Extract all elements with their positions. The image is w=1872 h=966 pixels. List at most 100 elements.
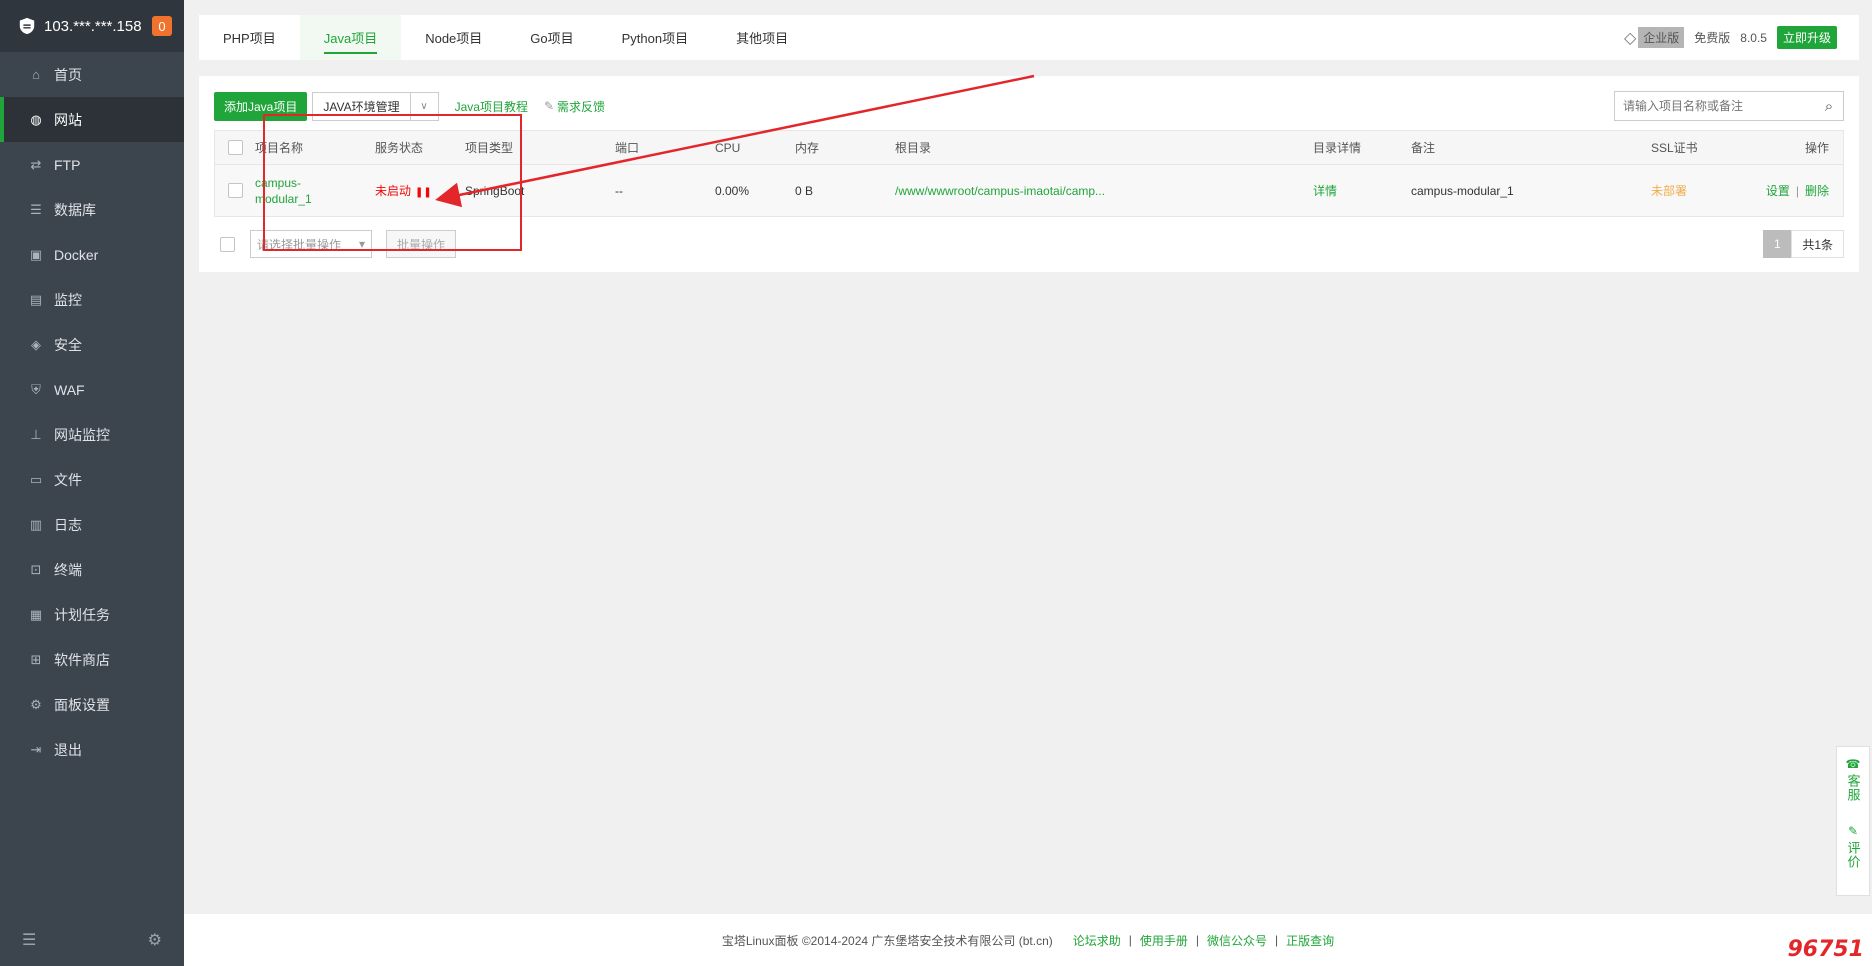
- sidebar-item-terminal[interactable]: ⊡ 终端: [0, 547, 184, 592]
- calendar-icon: ▦: [29, 606, 43, 622]
- enterprise-edition[interactable]: ◇ 企业版: [1623, 27, 1685, 48]
- tab-other[interactable]: 其他项目: [712, 15, 812, 60]
- sidebar-item-label: FTP: [54, 156, 81, 173]
- footer-separator: |: [1128, 933, 1132, 947]
- sidebar-item-label: 监控: [54, 291, 82, 308]
- column-header: 端口: [615, 141, 640, 155]
- gear-icon: ⚙: [30, 696, 42, 712]
- dir-detail-link[interactable]: 详情: [1313, 182, 1411, 199]
- sidebar-item-files[interactable]: ▭ 文件: [0, 457, 184, 502]
- sidebar-item-docker[interactable]: ▣ Docker: [0, 232, 184, 277]
- footer-separator: |: [1275, 933, 1279, 947]
- sidebar-item-label: 计划任务: [54, 606, 110, 623]
- diamond-icon: ◇: [1623, 29, 1637, 47]
- settings-link[interactable]: 设置: [1766, 184, 1790, 198]
- sidebar-item-waf[interactable]: ⛨ WAF: [0, 367, 184, 412]
- sidebar-item-store[interactable]: ⊞ 软件商店: [0, 637, 184, 682]
- select-all-checkbox[interactable]: [227, 140, 243, 155]
- globe-icon: ◍: [30, 111, 42, 127]
- server-shield-icon: [19, 17, 35, 35]
- sidebar-nav: ⌂ 首页 ◍ 网站 ⇄ FTP ☰ 数据库 ▣ Docker ▤ 监控 ◈ 安全 ⛨ WAF ⊥…: [0, 52, 184, 772]
- column-header: 操作: [1804, 141, 1829, 155]
- genuine-check-link[interactable]: 正版查询: [1286, 932, 1334, 949]
- root-dir-link[interactable]: /www/wwwroot/campus-imaotai/camp...: [895, 184, 1313, 198]
- feedback-link[interactable]: ✎ 需求反馈: [544, 98, 605, 115]
- manual-link[interactable]: 使用手册: [1140, 932, 1188, 949]
- server-header[interactable]: 103.***.***.158 0: [0, 0, 184, 52]
- sidebar-item-cron[interactable]: ▦ 计划任务: [0, 592, 184, 637]
- sidebar-bottom: ☰ ⚙: [0, 914, 184, 966]
- sidebar-item-home[interactable]: ⌂ 首页: [0, 52, 184, 97]
- sidebar-item-database[interactable]: ☰ 数据库: [0, 187, 184, 232]
- version-label: 8.0.5: [1740, 30, 1767, 45]
- terminal-icon: ⊡: [30, 561, 42, 577]
- forum-link[interactable]: 论坛求助: [1073, 932, 1121, 949]
- sidebar-item-website[interactable]: ◍ 网站: [0, 97, 184, 142]
- row-actions: 设置 | 删除: [1761, 182, 1843, 199]
- project-search: ⌕: [1614, 91, 1844, 121]
- sidebar-item-security[interactable]: ◈ 安全: [0, 322, 184, 367]
- bulk-checkbox[interactable]: [219, 236, 235, 252]
- tab-node[interactable]: Node项目: [401, 15, 506, 60]
- sidebar-item-ftp[interactable]: ⇄ FTP: [0, 142, 184, 187]
- notification-badge[interactable]: 0: [152, 16, 172, 36]
- monitor-icon: ▤: [29, 291, 43, 307]
- chart-icon: ⊥: [30, 426, 42, 442]
- server-ip: 103.***.***.158: [44, 17, 142, 35]
- review-button[interactable]: 评价: [1844, 841, 1863, 869]
- sidebar-item-label: Docker: [54, 246, 99, 263]
- sidebar-item-label: WAF: [54, 381, 85, 398]
- sidebar-item-label: 安全: [54, 336, 82, 353]
- tab-python[interactable]: Python项目: [598, 15, 712, 60]
- sidebar-item-label: 面板设置: [54, 696, 110, 713]
- column-header: 根目录: [895, 141, 932, 155]
- edit-icon[interactable]: ✎: [1848, 824, 1858, 838]
- sidebar-item-label: 首页: [54, 66, 82, 83]
- column-header: SSL证书: [1651, 141, 1698, 155]
- free-edition-label: 免费版: [1694, 31, 1731, 45]
- tab-java[interactable]: Java项目: [299, 15, 402, 60]
- row-checkbox[interactable]: [227, 183, 243, 198]
- java-tutorial-link[interactable]: Java项目教程: [455, 98, 528, 115]
- gear-icon[interactable]: ⚙: [148, 930, 162, 950]
- floating-support-widget: ☎ 客服 ✎ 评价: [1836, 746, 1870, 896]
- ssl-status[interactable]: 未部署: [1651, 182, 1761, 199]
- ftp-icon: ⇄: [30, 156, 42, 172]
- feedback-label: 需求反馈: [557, 99, 606, 114]
- wechat-link[interactable]: 微信公众号: [1207, 932, 1267, 949]
- delete-link[interactable]: 删除: [1805, 184, 1829, 198]
- sidebar-item-settings[interactable]: ⚙ 面板设置: [0, 682, 184, 727]
- tab-go[interactable]: Go项目: [506, 15, 597, 60]
- footer-separator: |: [1195, 933, 1200, 947]
- sidebar-item-logout[interactable]: ⇥ 退出: [0, 727, 184, 772]
- waf-icon: ⛨: [31, 381, 41, 397]
- column-header: 内存: [795, 141, 820, 155]
- action-separator: |: [1795, 184, 1799, 198]
- cpu-value: 0.00%: [715, 183, 750, 198]
- headset-icon[interactable]: ☎: [1846, 757, 1861, 771]
- search-icon[interactable]: ⌕: [1815, 98, 1843, 115]
- sidebar-item-monitor[interactable]: ▤ 监控: [0, 277, 184, 322]
- upgrade-button[interactable]: 立即升级: [1776, 26, 1837, 49]
- enterprise-label: 企业版: [1638, 27, 1685, 48]
- shield-icon: ◈: [31, 336, 41, 352]
- sidebar: 103.***.***.158 0 ⌂ 首页 ◍ 网站 ⇄ FTP ☰ 数据库 ▣ Doc…: [0, 0, 184, 966]
- copyright-text: 宝塔Linux面板 ©2014-2024 广东堡塔安全技术有限公司 (bt.cn…: [721, 933, 1053, 948]
- search-input[interactable]: [1615, 93, 1815, 119]
- pagination: 1 共1条: [1763, 230, 1844, 258]
- column-header: CPU: [715, 140, 741, 155]
- sidebar-item-label: 软件商店: [54, 651, 110, 668]
- page-footer: 宝塔Linux面板 ©2014-2024 广东堡塔安全技术有限公司 (bt.cn…: [184, 914, 1872, 966]
- edit-icon: ✎: [543, 99, 555, 113]
- customer-service-button[interactable]: 客服: [1844, 774, 1863, 802]
- project-tabs-bar: PHP项目 Java项目 Node项目 Go项目 Python项目 其他项目 ◇…: [199, 15, 1859, 60]
- tab-php[interactable]: PHP项目: [199, 15, 300, 60]
- logout-icon: ⇥: [30, 741, 42, 757]
- collapse-menu-icon[interactable]: ☰: [22, 930, 36, 950]
- sidebar-item-site-monitor[interactable]: ⊥ 网站监控: [0, 412, 184, 457]
- remark-value[interactable]: campus-modular_1: [1411, 184, 1651, 198]
- home-icon: ⌂: [32, 67, 40, 82]
- page-current[interactable]: 1: [1763, 230, 1792, 258]
- sidebar-item-logs[interactable]: ▥ 日志: [0, 502, 184, 547]
- sidebar-item-label: 日志: [54, 516, 82, 533]
